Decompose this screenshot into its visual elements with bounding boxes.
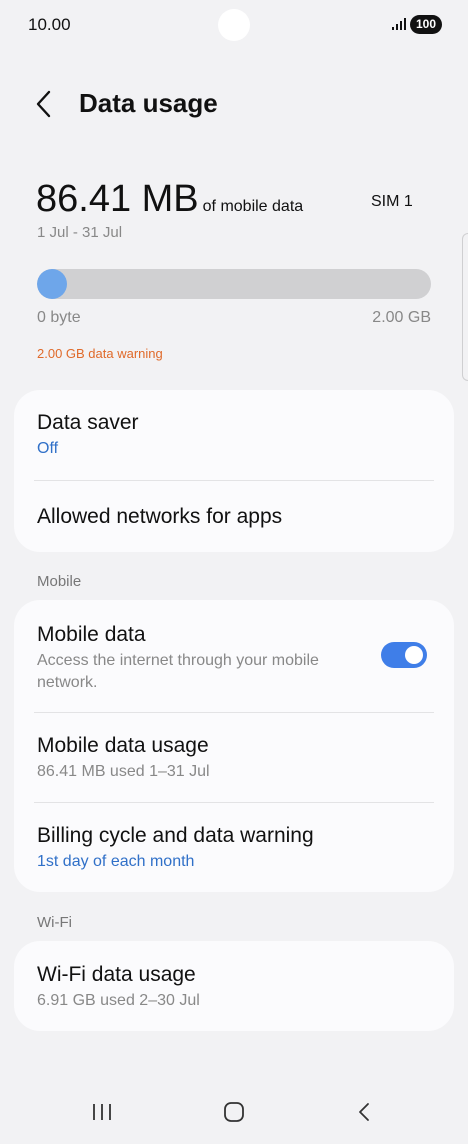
card-wifi: Wi-Fi data usage 6.91 GB used 2–30 Jul xyxy=(14,941,454,1031)
usage-unit: of mobile data xyxy=(202,198,304,215)
data-saver-value: Off xyxy=(37,440,59,457)
billing-cycle-title: Billing cycle and data warning xyxy=(37,824,314,847)
data-warning-label: 2.00 GB data warning xyxy=(37,346,163,361)
app-header: Data usage xyxy=(0,84,468,124)
range-min: 0 byte xyxy=(37,309,81,326)
scroll-indicator xyxy=(462,233,468,381)
mobile-data-description: Access the internet through your mobile … xyxy=(37,652,319,691)
status-time: 10.00 xyxy=(28,15,71,34)
wifi-data-usage-title: Wi-Fi data usage xyxy=(37,963,196,986)
recents-icon[interactable] xyxy=(91,1102,113,1122)
mobile-data-usage-title: Mobile data usage xyxy=(37,734,209,757)
section-label-mobile: Mobile xyxy=(37,573,82,590)
data-saver-item[interactable]: Data saver Off xyxy=(37,410,431,460)
allowed-networks-title: Allowed networks for apps xyxy=(37,505,283,528)
battery-indicator: 100 xyxy=(410,15,443,34)
divider xyxy=(34,480,434,481)
billing-cycle-item[interactable]: Billing cycle and data warning 1st day o… xyxy=(37,823,431,873)
allowed-networks-item[interactable]: Allowed networks for apps xyxy=(37,504,431,530)
sim-label: SIM 1 xyxy=(371,193,413,210)
page-title: Data usage xyxy=(79,88,218,118)
usage-progress-bar xyxy=(37,269,431,299)
mobile-data-title: Mobile data xyxy=(37,623,146,646)
mobile-data-item[interactable]: Mobile data Access the internet through … xyxy=(37,622,354,694)
chevron-left-icon[interactable] xyxy=(34,89,54,119)
usage-progress-fill xyxy=(37,269,67,299)
card-mobile: Mobile data Access the internet through … xyxy=(14,600,454,892)
usage-value: 86.41 MB xyxy=(36,178,199,220)
wifi-data-usage-item[interactable]: Wi-Fi data usage 6.91 GB used 2–30 Jul xyxy=(37,962,431,1012)
divider xyxy=(34,802,434,803)
data-saver-title: Data saver xyxy=(37,411,139,434)
section-label-wifi: Wi-Fi xyxy=(37,914,72,931)
wifi-data-usage-subtitle: 6.91 GB used 2–30 Jul xyxy=(37,992,200,1009)
camera-cutout xyxy=(218,9,250,41)
toggle-knob xyxy=(405,646,423,664)
usage-amount: 86.41 MB of mobile data xyxy=(36,178,303,221)
home-icon[interactable] xyxy=(223,1102,245,1122)
card-data-saver: Data saver Off Allowed networks for apps xyxy=(14,390,454,552)
divider xyxy=(34,712,434,713)
status-bar: 10.00 100 xyxy=(0,0,468,50)
range-max: 2.00 GB xyxy=(372,309,431,326)
navigation-bar xyxy=(0,1080,468,1144)
back-icon[interactable] xyxy=(356,1102,372,1122)
mobile-data-usage-item[interactable]: Mobile data usage 86.41 MB used 1–31 Jul xyxy=(37,733,431,783)
signal-icon xyxy=(392,18,406,30)
billing-cycle-subtitle: 1st day of each month xyxy=(37,853,195,870)
mobile-data-toggle[interactable] xyxy=(381,642,427,668)
mobile-data-usage-subtitle: 86.41 MB used 1–31 Jul xyxy=(37,763,210,780)
usage-period: 1 Jul - 31 Jul xyxy=(37,224,123,241)
